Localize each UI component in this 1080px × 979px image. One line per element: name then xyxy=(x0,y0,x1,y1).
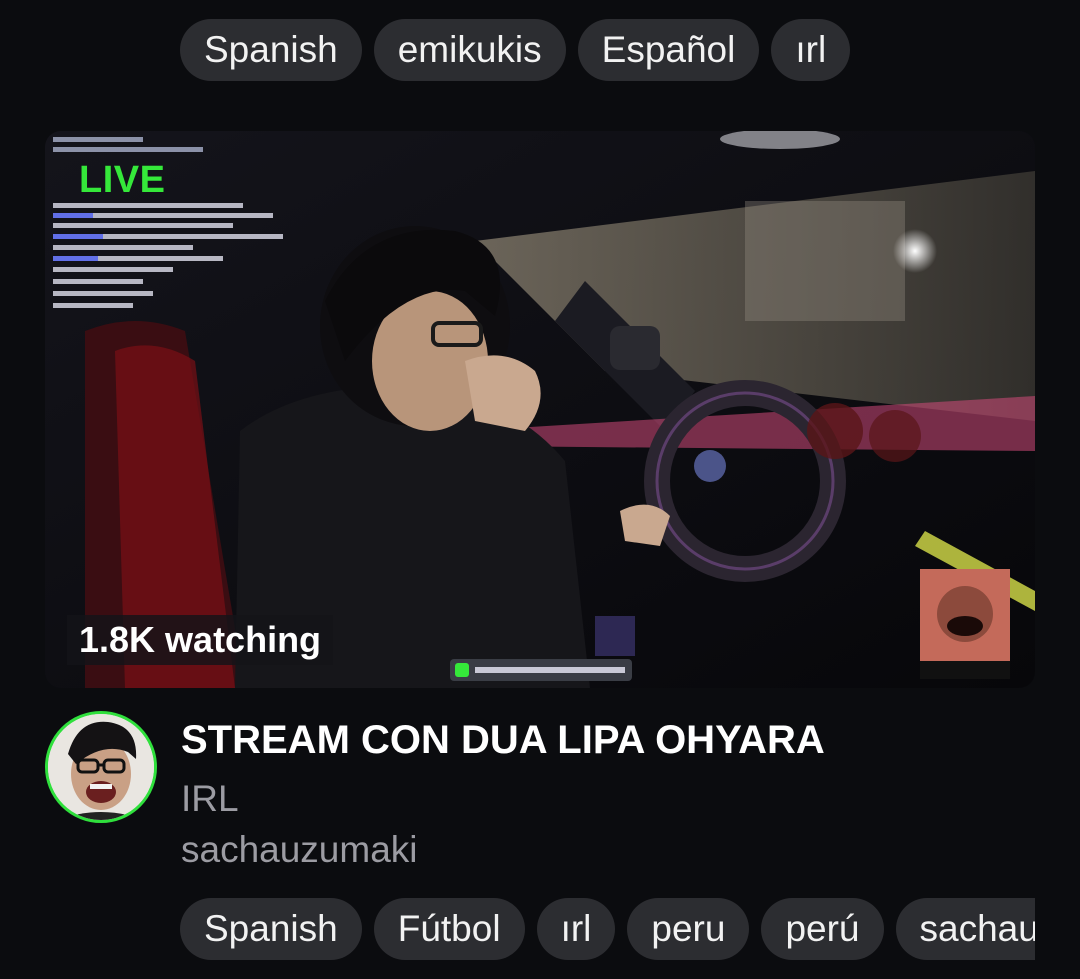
tag-chip[interactable]: peru xyxy=(627,898,750,960)
stream-title[interactable]: STREAM CON DUA LIPA OHYARA xyxy=(181,718,825,763)
channel-avatar[interactable] xyxy=(45,711,157,823)
bottom-tag-row: Spanish Fútbol ırl peru perú sachauzumak… xyxy=(180,898,1035,960)
stream-thumbnail[interactable]: LIVE 1.8K watching xyxy=(45,131,1035,688)
tag-chip[interactable]: ırl xyxy=(771,19,851,81)
tag-chip[interactable]: Fútbol xyxy=(373,898,525,960)
live-badge: LIVE xyxy=(79,159,166,201)
stream-feed: Spanish emikukis Español ırl LIVE 1.8K w… xyxy=(0,0,1080,979)
channel-name[interactable]: sachauzumaki xyxy=(181,829,418,871)
thumbnail-image xyxy=(45,131,1035,688)
tag-chip[interactable]: perú xyxy=(761,898,884,960)
tag-chip[interactable]: ırl xyxy=(536,898,616,960)
tag-chip[interactable]: emikukis xyxy=(373,19,566,81)
avatar-image xyxy=(48,714,154,820)
stream-category[interactable]: IRL xyxy=(181,778,239,820)
viewer-count: 1.8K watching xyxy=(67,615,334,665)
tag-chip[interactable]: Español xyxy=(577,19,760,81)
tag-chip[interactable]: Spanish xyxy=(180,898,362,960)
top-tag-row: Spanish emikukis Español ırl xyxy=(180,19,851,81)
tag-chip[interactable]: Spanish xyxy=(180,19,362,81)
tag-chip[interactable]: sachauzumaki xyxy=(895,898,1035,960)
